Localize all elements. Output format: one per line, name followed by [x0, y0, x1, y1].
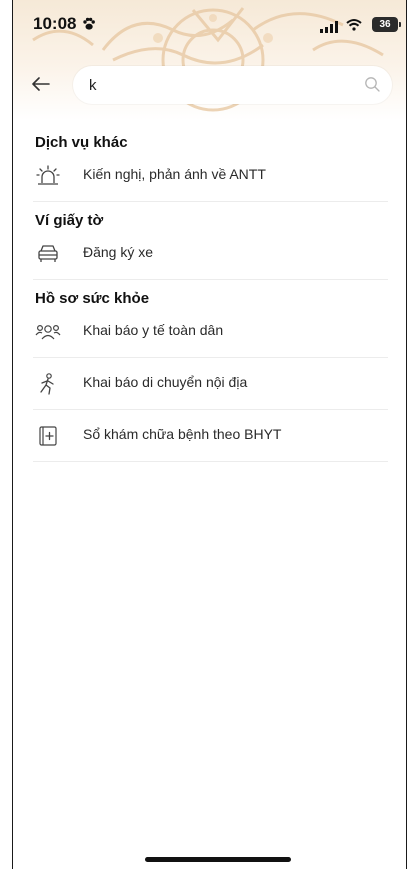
- battery-indicator: 36: [372, 17, 401, 32]
- list-item-health-declaration[interactable]: Khai báo y tế toàn dân: [33, 306, 388, 358]
- list-item-antt-feedback[interactable]: Kiến nghị, phản ánh về ANTT: [33, 150, 388, 202]
- list-item-domestic-travel-declaration[interactable]: Khai báo di chuyển nội địa: [33, 358, 388, 410]
- car-icon: [35, 242, 61, 266]
- search-icon[interactable]: [364, 76, 380, 97]
- list-item-label: Khai báo y tế toàn dân: [83, 322, 224, 338]
- divider: [33, 279, 388, 280]
- list-item-bhyt-medical-book[interactable]: Sổ khám chữa bệnh theo BHYT: [33, 410, 388, 462]
- list-item-vehicle-registration[interactable]: Đăng ký xe: [33, 228, 388, 280]
- status-bar: 10:08 36: [13, 14, 406, 38]
- divider: [33, 461, 388, 462]
- section-title-health-records: Hồ sơ sức khỏe: [35, 290, 150, 307]
- search-bar: [73, 66, 392, 104]
- status-time: 10:08: [33, 14, 77, 33]
- section-title-document-wallet: Ví giấy tờ: [35, 212, 104, 229]
- home-indicator[interactable]: [145, 857, 291, 862]
- alarm-siren-icon: [35, 164, 61, 188]
- running-person-icon: [35, 372, 61, 396]
- list-item-label: Đăng ký xe: [83, 244, 154, 260]
- paw-icon: [82, 17, 96, 36]
- list-item-label: Khai báo di chuyển nội địa: [83, 374, 248, 390]
- list-item-label: Kiến nghị, phản ánh về ANTT: [83, 166, 266, 182]
- list-item-label: Sổ khám chữa bệnh theo BHYT: [83, 426, 282, 442]
- wifi-icon: [346, 18, 362, 36]
- search-input[interactable]: [89, 66, 349, 104]
- arrow-left-icon: [32, 77, 50, 91]
- medical-book-icon: [35, 424, 61, 448]
- people-icon: [35, 320, 61, 344]
- divider: [33, 201, 388, 202]
- cellular-signal-icon: [320, 20, 338, 38]
- section-title-other-services: Dịch vụ khác: [35, 134, 128, 151]
- back-button[interactable]: [29, 72, 53, 96]
- app-screen: 10:08 36 k Dịch vụ khác Kiến nghị, phản …: [12, 0, 407, 869]
